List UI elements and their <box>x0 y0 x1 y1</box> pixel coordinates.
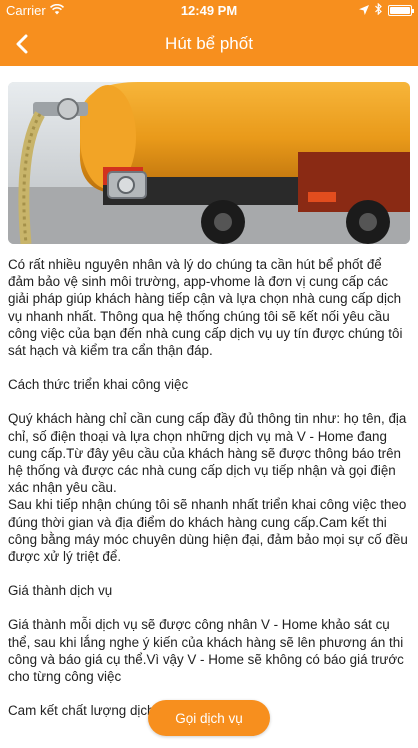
app-header: Carrier 12:49 PM Hút bể phốt <box>0 0 418 66</box>
call-service-button[interactable]: Gọi dịch vụ <box>148 700 270 736</box>
paragraph-implementation: Quý khách hàng chỉ cần cung cấp đầy đủ t… <box>8 411 407 496</box>
bluetooth-icon <box>375 2 382 18</box>
heading-price: Giá thành dịch vụ <box>8 583 113 599</box>
paragraph-commitment: Sau khi tiếp nhận chúng tôi sẽ nhanh nhấ… <box>8 497 408 565</box>
status-right <box>359 2 414 18</box>
status-bar: Carrier 12:49 PM <box>0 0 418 22</box>
paragraph-price: Giá thành mỗi dịch vụ sẽ được công nhân … <box>8 617 404 685</box>
hero-image <box>8 82 410 244</box>
location-arrow-icon <box>359 3 369 18</box>
battery-icon <box>388 5 414 16</box>
heading-implementation: Cách thức triển khai công việc <box>8 377 189 393</box>
article-body: Có rất nhiều nguyên nhân và lý do chúng … <box>8 256 410 719</box>
page-title: Hút bể phốt <box>165 34 253 53</box>
paragraph-intro: Có rất nhiều nguyên nhân và lý do chúng … <box>8 257 403 359</box>
status-time: 12:49 PM <box>180 3 238 18</box>
nav-bar: Hút bể phốt <box>0 22 418 66</box>
